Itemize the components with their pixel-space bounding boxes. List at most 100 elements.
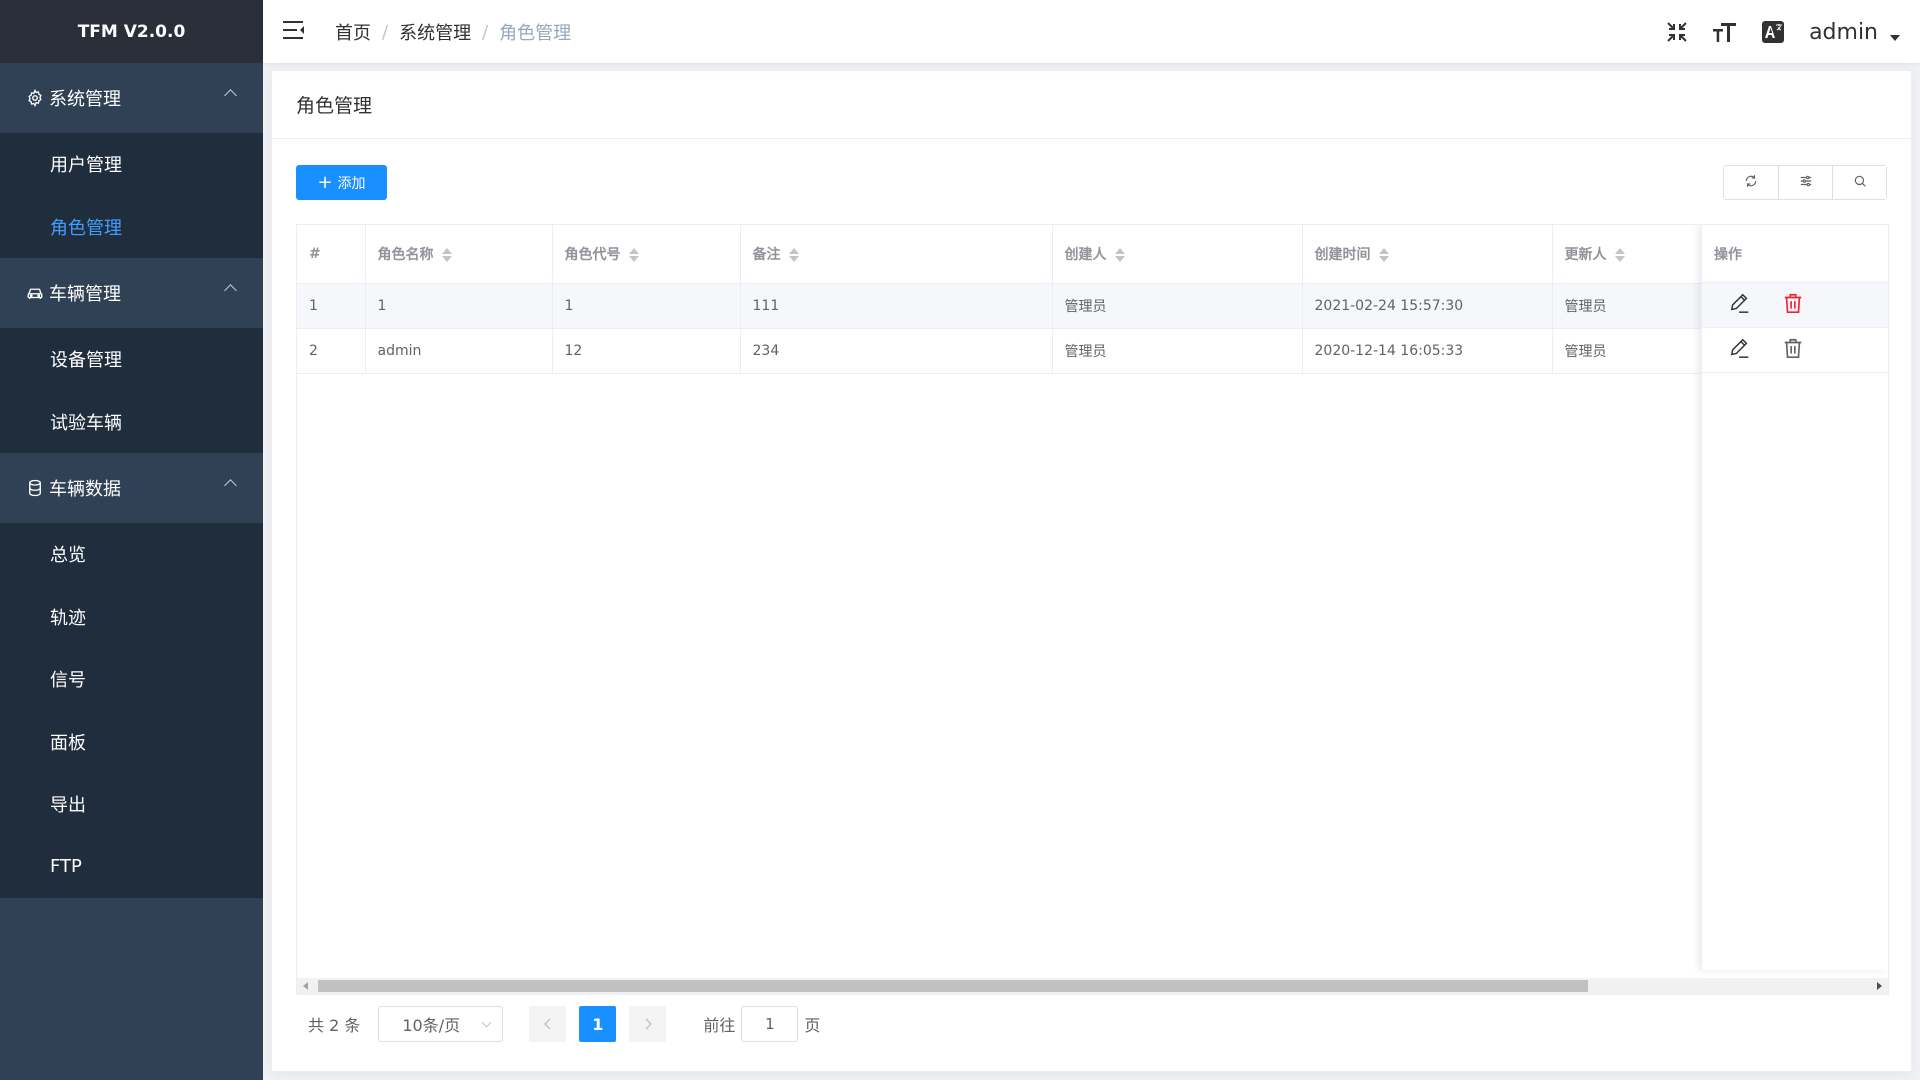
hamburger-menu-icon[interactable]: [283, 20, 305, 40]
chevron-up-icon: [224, 284, 237, 297]
sidebar-item-user-management[interactable]: 用户管理: [0, 133, 263, 196]
refresh-button[interactable]: [1724, 166, 1778, 199]
menu-group-vehicle-data: 车辆数据 总览 轨迹 信号 面板 导出 FTP: [0, 453, 263, 898]
scroll-left-arrow-icon[interactable]: [303, 982, 308, 990]
page-size-value: 10条/页: [402, 1016, 461, 1035]
edit-button[interactable]: [1728, 338, 1752, 362]
menu-label: 系统管理: [49, 89, 121, 110]
sort-icon[interactable]: [1114, 247, 1125, 263]
breadcrumb-home[interactable]: 首页: [335, 19, 371, 45]
sidebar-item-signal[interactable]: 信号: [0, 648, 263, 711]
goto-label: 前往: [703, 1016, 736, 1035]
table-row[interactable]: 2 admin 12 234 管理员 2020-12-14 16:05:33 管…: [297, 328, 1705, 374]
content-card: 角色管理 + 添加 # 角色名称 角色代号 备注 创建人 创建时间 更新人 1 …: [271, 70, 1912, 1072]
chevron-up-icon: [224, 479, 237, 492]
column-settings-button[interactable]: [1778, 166, 1832, 199]
table-tools: [1723, 165, 1887, 200]
add-button[interactable]: + 添加: [296, 165, 387, 200]
refresh-icon: [1744, 173, 1758, 192]
column-header-updater[interactable]: 更新人: [1552, 225, 1705, 284]
database-icon: [25, 478, 45, 498]
goto-page-input[interactable]: [741, 1006, 799, 1042]
menu-vehicle-data[interactable]: 车辆数据: [0, 453, 263, 523]
sort-icon[interactable]: [788, 247, 799, 263]
page-title: 角色管理: [272, 71, 1911, 139]
scrollbar-thumb[interactable]: [318, 980, 1588, 992]
breadcrumb: 首页 / 系统管理 / 角色管理: [335, 19, 571, 45]
cell-remark: 234: [740, 328, 1053, 374]
column-header-actions: 操作: [1702, 225, 1888, 283]
column-header-creator[interactable]: 创建人: [1052, 225, 1303, 284]
sort-icon[interactable]: [441, 247, 452, 263]
page-suffix-label: 页: [804, 1016, 821, 1035]
sort-icon[interactable]: [1614, 247, 1625, 263]
cell-role-code: 1: [552, 283, 741, 329]
cell-role-code: 12: [552, 328, 741, 374]
sidebar-item-role-management[interactable]: 角色管理: [0, 196, 263, 259]
plus-icon: +: [317, 171, 333, 193]
cell-create-time: 2020-12-14 16:05:33: [1302, 328, 1553, 374]
app-logo-title: TFM V2.0.0: [0, 0, 263, 63]
sidebar-item-test-vehicle[interactable]: 试验车辆: [0, 391, 263, 454]
prev-page-button[interactable]: [529, 1006, 567, 1042]
role-table: # 角色名称 角色代号 备注 创建人 创建时间 更新人 1 1 1 111 管理…: [296, 224, 1889, 995]
table-toolbar: + 添加: [296, 165, 1887, 200]
trash-icon: [1782, 337, 1804, 363]
menu-label: 车辆数据: [49, 479, 121, 500]
sort-icon[interactable]: [628, 247, 639, 263]
delete-button[interactable]: [1781, 338, 1805, 362]
column-header-remark[interactable]: 备注: [740, 225, 1053, 284]
cell-role-name: 1: [365, 283, 553, 329]
username-label: admin: [1809, 19, 1878, 45]
exit-fullscreen-icon[interactable]: [1663, 18, 1691, 46]
menu-group-vehicle: 车辆管理 设备管理 试验车辆: [0, 258, 263, 453]
top-header: 首页 / 系统管理 / 角色管理 admin: [263, 0, 1920, 63]
sidebar-item-device-management[interactable]: 设备管理: [0, 328, 263, 391]
column-header-create-time[interactable]: 创建时间: [1302, 225, 1553, 284]
table-row[interactable]: 1 1 1 111 管理员 2021-02-24 15:57:30 管理员: [297, 283, 1705, 329]
sidebar-item-ftp[interactable]: FTP: [0, 836, 263, 899]
breadcrumb-separator: /: [382, 21, 389, 43]
page-size-select[interactable]: 10条/页: [378, 1006, 504, 1042]
menu-system-management[interactable]: 系统管理: [0, 63, 263, 133]
column-header-role-name[interactable]: 角色名称: [365, 225, 553, 284]
menu-vehicle-management[interactable]: 车辆管理: [0, 258, 263, 328]
breadcrumb-separator: /: [482, 21, 489, 43]
chevron-up-icon: [224, 89, 237, 102]
page-jumper: 前往 页: [703, 1006, 820, 1042]
menu-group-system: 系统管理 用户管理 角色管理: [0, 63, 263, 258]
delete-button[interactable]: [1781, 293, 1805, 317]
add-button-label: 添加: [337, 175, 366, 192]
search-toggle-button[interactable]: [1832, 166, 1886, 199]
sort-icon[interactable]: [1378, 247, 1389, 263]
breadcrumb-system-management[interactable]: 系统管理: [399, 19, 471, 45]
scroll-right-arrow-icon[interactable]: [1877, 982, 1882, 990]
cell-updater: 管理员: [1552, 283, 1705, 329]
chevron-left-icon: [543, 1015, 553, 1034]
column-header-role-code[interactable]: 角色代号: [552, 225, 741, 284]
sidebar-item-track[interactable]: 轨迹: [0, 586, 263, 649]
sidebar-item-export[interactable]: 导出: [0, 773, 263, 836]
actions-row: [1702, 328, 1888, 373]
font-size-icon[interactable]: [1711, 18, 1739, 46]
caret-down-icon: [1890, 35, 1900, 41]
page-number-current[interactable]: 1: [579, 1006, 617, 1042]
edit-icon: [1729, 292, 1751, 318]
cell-create-time: 2021-02-24 15:57:30: [1302, 283, 1553, 329]
horizontal-scrollbar[interactable]: [297, 978, 1888, 994]
next-page-button[interactable]: [629, 1006, 667, 1042]
submenu-system: 用户管理 角色管理: [0, 133, 263, 258]
edit-button[interactable]: [1728, 293, 1752, 317]
sidebar-item-panel[interactable]: 面板: [0, 711, 263, 774]
user-dropdown[interactable]: admin: [1809, 20, 1900, 45]
breadcrumb-current: 角色管理: [499, 23, 572, 44]
sidebar-item-overview[interactable]: 总览: [0, 523, 263, 586]
search-icon: [1853, 173, 1867, 192]
header-actions: admin: [1643, 14, 1900, 50]
data-table: # 角色名称 角色代号 备注 创建人 创建时间 更新人 1 1 1 111 管理…: [297, 225, 1705, 374]
edit-icon: [1729, 337, 1751, 363]
gear-icon: [25, 88, 45, 108]
language-icon[interactable]: [1759, 18, 1787, 46]
sidebar: TFM V2.0.0 系统管理 用户管理 角色管理 车辆管理 设备管理 试验车辆: [0, 0, 263, 1080]
car-icon: [25, 283, 45, 303]
